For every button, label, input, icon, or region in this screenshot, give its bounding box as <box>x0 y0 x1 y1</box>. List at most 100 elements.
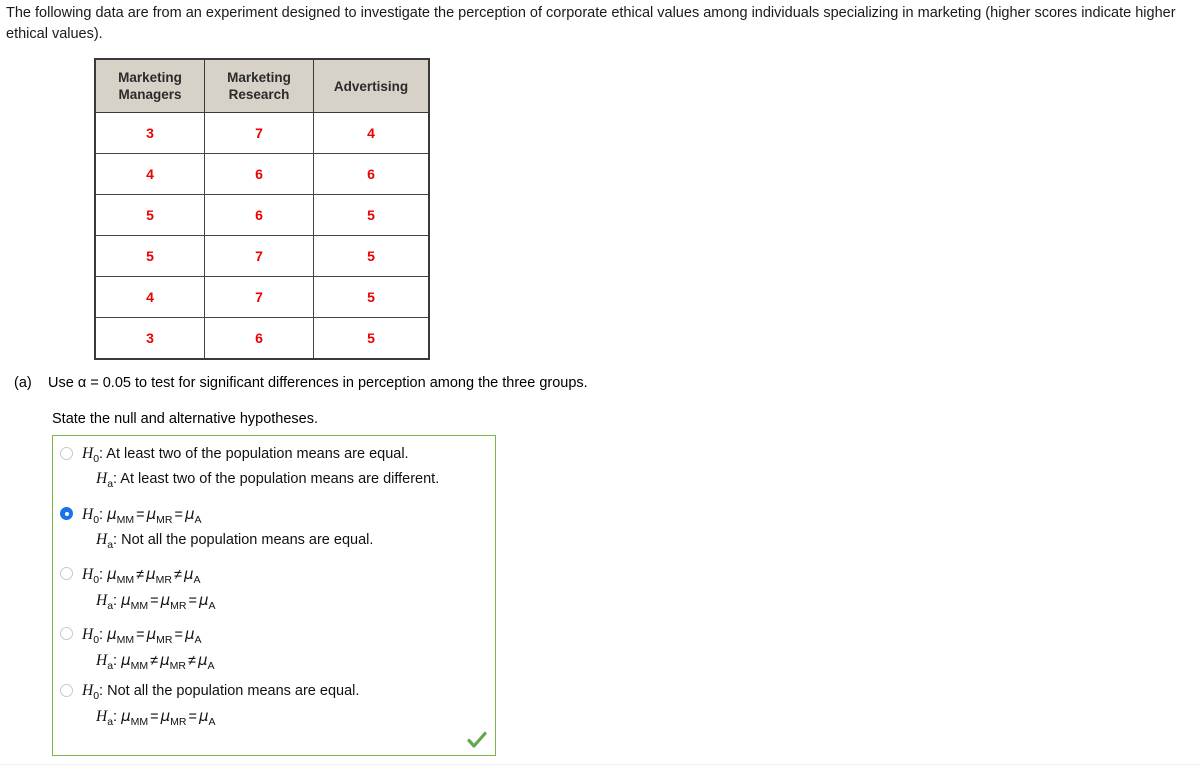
radio-option-5[interactable]: H0: Not all the population means are equ… <box>60 681 490 732</box>
cell-mr: 7 <box>204 276 314 318</box>
mu-symbol: μ <box>146 625 157 643</box>
mu-subscript-a: A <box>194 633 202 646</box>
table-row: 3 7 4 <box>94 112 430 154</box>
mu-subscript-mr: MR <box>170 599 187 612</box>
equals-operator: = <box>150 592 159 609</box>
h-symbol: H <box>96 591 108 609</box>
colon: : <box>113 652 118 669</box>
cell-mr: 7 <box>204 235 314 277</box>
mu-subscript-mr: MR <box>155 573 173 586</box>
question-intro-text: The following data are from an experimen… <box>6 5 1176 42</box>
cell-mm: 4 <box>94 276 205 318</box>
mu-subscript-mm: MM <box>130 599 149 612</box>
cell-mm: 3 <box>94 317 205 360</box>
equals-operator: = <box>174 627 183 643</box>
mu-subscript-a: A <box>208 715 216 728</box>
column-header-advertising: Advertising <box>313 58 430 113</box>
mu-symbol: μ <box>121 706 131 725</box>
option-2-alt-line: Ha: Not all the population means are equ… <box>96 530 490 555</box>
mu-symbol: μ <box>160 650 170 669</box>
mu-subscript-mr: MR <box>169 659 187 672</box>
table-header-row: Marketing Managers Marketing Research Ad… <box>94 58 430 113</box>
cell-mr: 7 <box>204 112 314 154</box>
table-row: 5 6 5 <box>94 194 430 236</box>
mu-subscript-mm: MM <box>116 573 135 586</box>
header-line-1: Marketing <box>227 70 291 85</box>
mu-symbol: μ <box>121 650 131 669</box>
equals-operator: = <box>188 592 197 609</box>
h-symbol: H <box>82 566 94 583</box>
option-1-null-text: : At least two of the population means a… <box>99 446 409 462</box>
cell-adv: 5 <box>313 235 430 277</box>
colon: : <box>113 708 118 725</box>
h-symbol: H <box>82 626 94 643</box>
cell-adv: 5 <box>313 276 430 318</box>
h-symbol: H <box>96 530 108 548</box>
mu-subscript-a: A <box>207 659 215 672</box>
h-symbol: H <box>82 445 94 462</box>
table-row: 5 7 5 <box>94 235 430 277</box>
cell-adv: 5 <box>313 194 430 236</box>
option-3-null-line: H0: μMM ≠ μMR ≠ μA <box>82 564 490 590</box>
mu-symbol: μ <box>107 565 117 583</box>
mu-symbol: μ <box>184 625 195 643</box>
mu-symbol: μ <box>160 590 171 609</box>
header-line-1: Advertising <box>333 78 409 94</box>
bottom-divider <box>0 764 1200 765</box>
option-4-alt-line: Ha: μMM ≠ μMR ≠ μA <box>96 650 490 676</box>
mu-subscript-mm: MM <box>116 633 135 646</box>
colon: : <box>99 507 104 523</box>
mu-symbol: μ <box>183 565 194 583</box>
mu-symbol: μ <box>197 650 208 669</box>
header-line-2: Managers <box>118 87 182 102</box>
radio-button-1[interactable] <box>60 447 73 460</box>
mu-symbol: μ <box>198 706 209 725</box>
mu-symbol: μ <box>198 590 209 609</box>
mu-symbol: μ <box>121 590 131 609</box>
radio-button-3[interactable] <box>60 567 73 580</box>
equals-operator: = <box>150 708 159 725</box>
mu-subscript-a: A <box>194 513 202 526</box>
mu-symbol: μ <box>107 505 117 523</box>
mu-symbol: μ <box>184 505 195 523</box>
radio-option-2[interactable]: H0: μMM = μMR = μA Ha: Not all the populatio… <box>60 504 490 555</box>
cell-mm: 5 <box>94 235 205 277</box>
colon: : <box>99 567 104 583</box>
option-3-alt-line: Ha: μMM = μMR = μA <box>96 590 490 616</box>
cell-mr: 6 <box>204 153 314 195</box>
option-1-null-line: H0: At least two of the population means… <box>82 444 490 469</box>
radio-button-5[interactable] <box>60 684 73 697</box>
mu-subscript-mm: MM <box>116 513 135 526</box>
part-a-label: (a) <box>14 375 32 391</box>
header-line-1: Marketing <box>118 70 182 85</box>
part-a-instruction: State the null and alternative hypothese… <box>52 411 319 427</box>
data-table-container: Marketing Managers Marketing Research Ad… <box>94 58 430 360</box>
column-header-marketing-research: Marketing Research <box>204 58 314 113</box>
option-5-null-line: H0: Not all the population means are equ… <box>82 681 490 706</box>
h-symbol: H <box>82 682 94 699</box>
cell-adv: 5 <box>313 317 430 360</box>
cell-mm: 4 <box>94 153 205 195</box>
cell-mr: 6 <box>204 194 314 236</box>
option-1-alt-text: : At least two of the population means a… <box>113 470 440 487</box>
not-equals-operator: ≠ <box>150 652 159 669</box>
option-5-alt-line: Ha: μMM = μMR = μA <box>96 706 490 732</box>
cell-mm: 3 <box>94 112 205 154</box>
h-symbol: H <box>96 651 108 669</box>
radio-button-2[interactable] <box>60 507 73 520</box>
cell-mm: 5 <box>94 194 205 236</box>
column-header-marketing-managers: Marketing Managers <box>94 58 205 113</box>
radio-button-4[interactable] <box>60 627 73 640</box>
equals-operator: = <box>174 507 183 523</box>
mu-symbol: μ <box>107 625 117 643</box>
radio-option-4[interactable]: H0: μMM = μMR = μA Ha: μMM ≠ μMR ≠ μA <box>60 624 490 676</box>
not-equals-operator: ≠ <box>136 567 145 583</box>
colon: : <box>99 627 104 643</box>
table-row: 3 6 5 <box>94 317 430 360</box>
radio-option-1[interactable]: H0: At least two of the population means… <box>60 444 490 494</box>
radio-option-3[interactable]: H0: μMM ≠ μMR ≠ μA Ha: μMM = μMR = μA <box>60 564 490 616</box>
mu-subscript-mr: MR <box>156 513 173 526</box>
option-4-null-line: H0: μMM = μMR = μA <box>82 624 490 650</box>
check-icon <box>466 729 488 751</box>
table-body: 3 7 4 4 6 6 5 6 5 5 7 5 4 7 5 3 6 5 <box>94 112 430 360</box>
